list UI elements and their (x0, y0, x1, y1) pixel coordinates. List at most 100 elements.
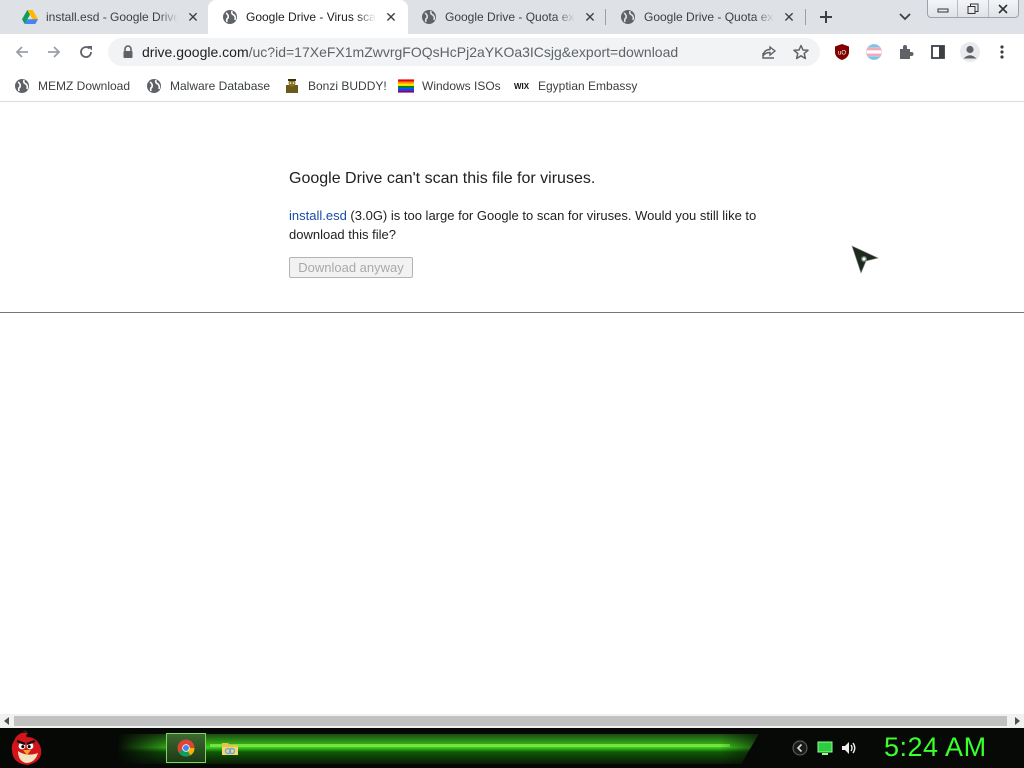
close-window-button[interactable] (989, 0, 1018, 17)
globe-icon (620, 9, 636, 25)
minimize-icon (937, 8, 949, 12)
taskbar-shine (210, 744, 730, 747)
globe-icon (14, 78, 30, 94)
chevron-up-icon (792, 740, 808, 756)
bookmark-label: Bonzi BUDDY! (308, 79, 387, 93)
close-icon[interactable]: ✕ (382, 8, 400, 26)
scroll-left-button[interactable] (0, 714, 14, 728)
trans-flag-extension-button[interactable] (862, 40, 886, 64)
network-tray-icon[interactable] (817, 740, 833, 756)
triangle-right-icon (1015, 717, 1020, 725)
side-panel-icon (931, 45, 945, 59)
more-vertical-icon (1000, 45, 1004, 59)
triangle-left-icon (4, 717, 9, 725)
tab-title: Google Drive - Virus scan warning (246, 10, 376, 24)
globe-icon (421, 9, 437, 25)
url-path: /uc?id=17XeFX1mZwvrgFOQsHcPj2aYKOa3ICsjg… (248, 44, 679, 60)
tab-quota-exceeded-1[interactable]: Google Drive - Quota exceeded ✕ (407, 0, 607, 34)
taskbar-clock[interactable]: 5:24 AM (884, 732, 987, 763)
url-text: drive.google.com/uc?id=17XeFX1mZwvrgFOQs… (142, 44, 678, 60)
tab-title: install.esd - Google Drive (46, 10, 178, 24)
menu-button[interactable] (990, 40, 1014, 64)
bookmark-label: Egyptian Embassy (538, 79, 638, 93)
taskbar: 5:24 AM (0, 728, 1024, 768)
close-icon (998, 3, 1008, 14)
lock-icon[interactable] (122, 45, 134, 59)
virus-warning-panel: Google Drive can't scan this file for vi… (0, 103, 1024, 313)
google-drive-icon (22, 9, 38, 25)
svg-text:WIX: WIX (514, 82, 530, 91)
bookmark-memz-download[interactable]: MEMZ Download (14, 75, 130, 97)
horizontal-scrollbar[interactable] (0, 714, 1024, 728)
reload-button[interactable] (74, 40, 98, 64)
page-content: Google Drive can't scan this file for vi… (0, 103, 1024, 715)
chevron-down-icon (899, 13, 911, 21)
message-text: (3.0G) is too large for Google to scan f… (289, 208, 757, 242)
show-hidden-icons-button[interactable] (792, 740, 808, 756)
restore-button[interactable] (958, 0, 989, 17)
close-icon[interactable]: ✕ (780, 8, 798, 26)
profile-button[interactable] (958, 40, 982, 64)
side-panel-button[interactable] (926, 40, 950, 64)
start-button-angry-bird-icon[interactable] (8, 729, 46, 767)
tab-title: Google Drive - Quota exceeded (644, 10, 774, 24)
monitor-icon (817, 741, 833, 755)
scroll-right-button[interactable] (1010, 714, 1024, 728)
star-icon (793, 44, 809, 60)
plus-icon (820, 11, 832, 23)
bookmark-malware-database[interactable]: Malware Database (146, 75, 270, 97)
new-tab-button[interactable] (814, 5, 838, 29)
page-title: Google Drive can't scan this file for vi… (289, 170, 596, 187)
speaker-icon (842, 742, 856, 754)
taskbar-explorer-button[interactable] (210, 733, 250, 763)
extensions-button[interactable] (894, 40, 918, 64)
download-anyway-button[interactable]: Download anyway (289, 257, 413, 278)
tab-install-esd[interactable]: install.esd - Google Drive ✕ (8, 0, 210, 34)
volume-tray-icon[interactable] (841, 740, 857, 756)
chrome-icon (177, 739, 195, 757)
scrollbar-thumb[interactable] (14, 716, 1007, 726)
avatar-icon (960, 42, 980, 62)
url-host: drive.google.com (142, 44, 249, 60)
forward-button[interactable] (42, 40, 66, 64)
share-button[interactable] (760, 43, 778, 61)
bookmark-bonzi-buddy[interactable]: Bonzi BUDDY! (284, 75, 387, 97)
globe-icon (222, 9, 238, 25)
bookmarks-bar: MEMZ Download Malware Database Bonzi BUD… (0, 70, 1024, 102)
tab-strip: install.esd - Google Drive ✕ Google Driv… (0, 0, 1024, 34)
bookmark-label: Windows ISOs (422, 79, 501, 93)
minimize-button[interactable] (928, 0, 959, 17)
folder-icon (222, 743, 238, 755)
close-icon[interactable]: ✕ (184, 8, 202, 26)
tab-quota-exceeded-2[interactable]: Google Drive - Quota exceeded ✕ (606, 0, 806, 34)
window-controls (927, 0, 1019, 18)
warning-message: install.esd (3.0G) is too large for Goog… (289, 206, 759, 244)
bookmark-label: MEMZ Download (38, 79, 131, 93)
bonzi-icon (284, 78, 300, 94)
tab-virus-scan[interactable]: Google Drive - Virus scan warning ✕ (208, 0, 408, 34)
mouse-cursor (851, 245, 879, 274)
back-button[interactable] (10, 40, 34, 64)
svg-text:uO: uO (838, 51, 846, 57)
reload-icon (80, 46, 92, 58)
bookmark-egyptian-embassy[interactable]: WIX Egyptian Embassy (514, 75, 637, 97)
bookmark-windows-isos[interactable]: Windows ISOs (398, 75, 501, 97)
taskbar-chrome-button[interactable] (166, 733, 206, 763)
ublock-origin-icon: uO (835, 44, 849, 60)
puzzle-icon (900, 45, 914, 59)
wix-icon: WIX (514, 78, 530, 94)
tab-search-button[interactable] (894, 5, 916, 29)
rainbow-flag-icon (398, 78, 414, 94)
ublock-extension-button[interactable]: uO (830, 40, 854, 64)
globe-icon (146, 78, 162, 94)
arrow-left-icon (15, 46, 28, 58)
restore-icon (967, 3, 979, 14)
share-icon (762, 45, 777, 59)
close-icon[interactable]: ✕ (581, 8, 599, 26)
file-link[interactable]: install.esd (289, 208, 347, 223)
bookmark-label: Malware Database (170, 79, 271, 93)
bookmark-star-button[interactable] (792, 43, 810, 61)
trans-flag-icon (866, 44, 882, 60)
tab-title: Google Drive - Quota exceeded (445, 10, 575, 24)
address-bar[interactable]: drive.google.com/uc?id=17XeFX1mZwvrgFOQs… (108, 38, 820, 66)
